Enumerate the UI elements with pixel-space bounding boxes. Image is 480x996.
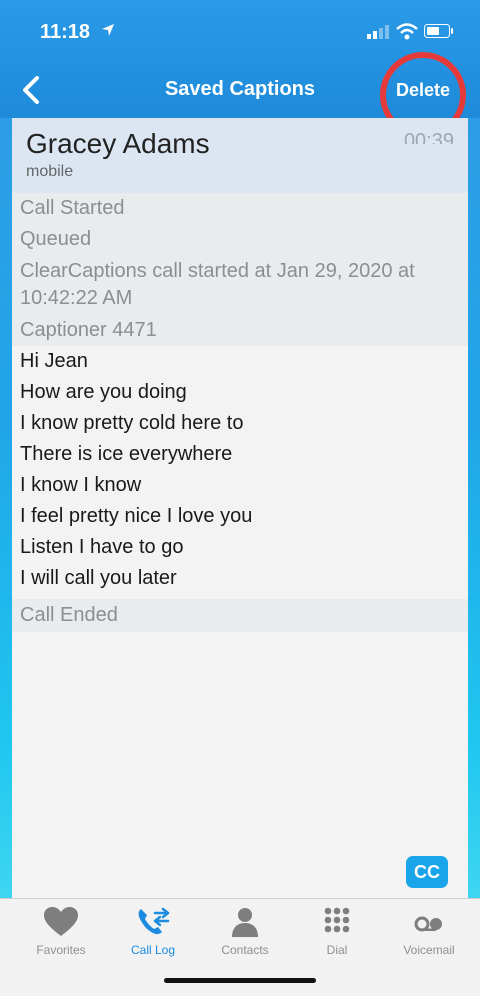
contact-name: Gracey Adams [26,128,210,159]
contact-header: Gracey Adams mobile 00:39 [12,118,468,193]
tab-favorites[interactable]: Favorites [13,899,109,969]
closed-captions-button[interactable]: CC [406,856,448,888]
status-bar: 11:18 [0,0,480,60]
home-indicator [164,978,316,983]
transcript-line: Hi Jean [12,346,468,377]
transcript-line: Listen I have to go [12,532,468,563]
tab-call-log[interactable]: Call Log [105,899,201,969]
transcript-line: I know I know [12,470,468,501]
saved-caption-view: Gracey Adams mobile 00:39 Call Started Q… [12,118,468,898]
person-icon [232,908,258,937]
cellular-signal-icon [367,25,389,39]
wifi-icon [396,23,418,40]
phone-screen: 11:18 Saved Captions Delete Gracey Adams… [0,0,480,996]
tab-dial[interactable]: Dial [289,899,385,969]
transcript-line: There is ice everywhere [12,439,468,470]
transcript-line: Call Ended [12,599,468,632]
battery-icon [424,24,453,38]
transcript-line: I know pretty cold here to [12,408,468,439]
status-time: 11:18 [40,21,91,43]
transcript-line: How are you doing [12,377,468,408]
call-log-icon [138,907,170,935]
transcript-line: I will call you later [12,563,468,594]
keypad-icon [324,907,350,933]
contact-phone-type: mobile [26,163,74,180]
tab-label: Favorites [36,943,86,957]
transcript-line: Call Started [12,193,468,224]
location-arrow-icon [102,24,114,36]
call-duration: 00:39 [403,130,454,144]
left-accent-border [0,118,12,898]
tab-label: Call Log [130,943,176,957]
transcript-line: Captioner 4471 [12,315,468,346]
tab-voicemail[interactable]: Voicemail [381,899,477,969]
transcript-line: Queued [12,224,468,255]
transcript-line: I feel pretty nice I love you [12,501,468,532]
heart-icon [44,907,78,936]
voicemail-icon [414,916,442,932]
tab-label: Voicemail [403,943,455,957]
right-accent-border [468,118,480,898]
transcript-line: ClearCaptions call started at Jan 29, 20… [12,255,468,315]
tab-label: Contacts [221,943,269,957]
tab-label: Dial [326,943,348,957]
tab-contacts[interactable]: Contacts [197,899,293,969]
